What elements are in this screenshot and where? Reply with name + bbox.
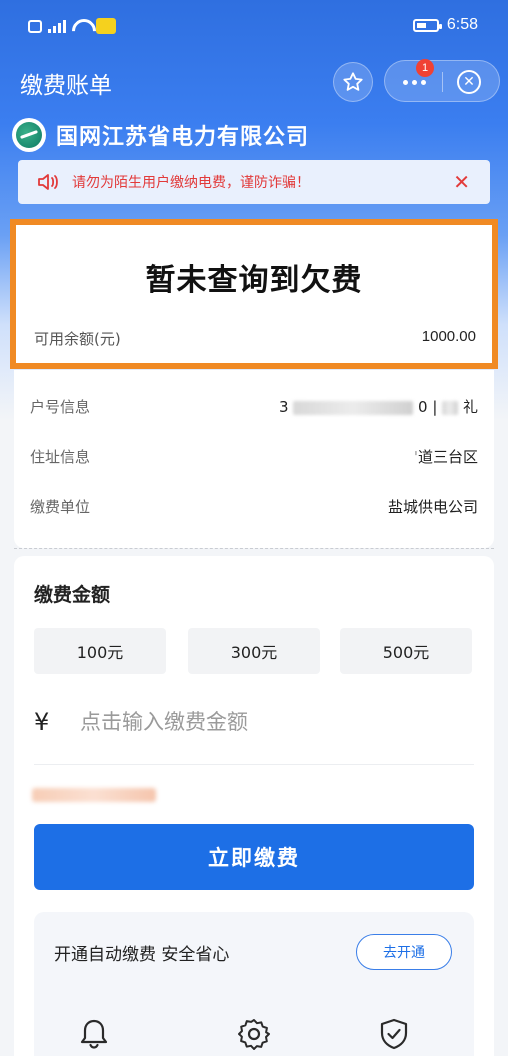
fraud-warning-banner: 请勿为陌生用户缴纳电费，谨防诈骗！ ✕ [18, 160, 490, 204]
balance-card: 暂未查询到欠费 可用余额(元) 1000.00 [10, 219, 498, 369]
redacted-note [32, 788, 156, 802]
battery-icon [412, 18, 442, 32]
app-header: 缴费账单 ✕ [0, 52, 508, 112]
balance-value: 1000.00 [421, 328, 476, 345]
auto-pay-card: 开通自动缴费 安全省心 去开通 [34, 912, 474, 1056]
shield-check-icon [380, 1018, 408, 1050]
warning-text: 请勿为陌生用户缴纳电费，谨防诈骗！ [72, 175, 310, 191]
info-label: 缴费单位 [30, 498, 91, 516]
auto-pay-text: 开通自动缴费 安全省心 [54, 945, 230, 965]
info-label: 住址信息 [30, 448, 91, 466]
star-icon [343, 72, 363, 91]
address-value: '道三台区 [413, 448, 478, 466]
amount-option-100[interactable]: 100元 [34, 628, 166, 674]
bell-icon [80, 1019, 108, 1049]
amount-option-500[interactable]: 500元 [340, 628, 472, 674]
info-row-unit: 缴费单位 盐城供电公司 [14, 492, 494, 522]
billing-unit-value: 盐城供电公司 [387, 498, 478, 516]
amount-option-300[interactable]: 300元 [188, 628, 320, 674]
mini-program-capsule: ✕ [384, 60, 500, 102]
favorite-button[interactable] [333, 62, 373, 102]
company-header: 国网江苏省电力有限公司 [12, 116, 309, 154]
sim-icon [28, 19, 42, 33]
payment-amount-title: 缴费金额 [34, 584, 111, 606]
company-name: 国网江苏省电力有限公司 [56, 125, 310, 150]
arrears-status: 暂未查询到欠费 [145, 263, 363, 298]
amount-input[interactable] [80, 702, 470, 742]
app-notification-icon [96, 18, 116, 34]
redacted-text [293, 400, 414, 415]
more-dots-icon [402, 79, 408, 85]
warning-close-button[interactable]: ✕ [453, 170, 470, 194]
page-title: 缴费账单 [20, 73, 112, 99]
info-row-address: 住址信息 '道三台区 [14, 442, 494, 472]
enable-auto-pay-button[interactable]: 去开通 [356, 934, 452, 970]
state-grid-logo [12, 118, 46, 152]
redacted-text [442, 400, 459, 415]
notification-badge: 1 [416, 59, 434, 77]
input-underline [34, 764, 474, 765]
pay-now-button[interactable]: 立即缴费 [34, 824, 474, 890]
status-bar: 6:58 [0, 0, 508, 52]
status-icons [28, 18, 116, 34]
signal-icon [48, 19, 66, 33]
info-row-account: 户号信息 3 0 | 礼 [14, 392, 494, 422]
dashed-divider [14, 548, 494, 549]
status-time: 6:58 [446, 16, 478, 33]
more-button[interactable] [385, 61, 443, 103]
wifi-icon [72, 19, 90, 33]
account-number: 3 0 | 礼 [278, 398, 478, 416]
close-button[interactable]: ✕ [457, 70, 481, 94]
gear-icon [238, 1019, 270, 1050]
close-icon: ✕ [453, 170, 470, 194]
speaker-icon [36, 171, 62, 193]
payment-card: 缴费金额 100元 300元 500元 ¥ 立即缴费 开通自动缴费 安全省心 去… [14, 556, 494, 1056]
account-info-card: 户号信息 3 0 | 礼 住址信息 '道三台区 缴费单位 盐城供电公司 [14, 370, 494, 548]
close-icon: ✕ [463, 74, 475, 90]
info-label: 户号信息 [30, 398, 91, 416]
currency-symbol: ¥ [34, 708, 50, 736]
balance-label: 可用余额(元) [34, 330, 121, 348]
